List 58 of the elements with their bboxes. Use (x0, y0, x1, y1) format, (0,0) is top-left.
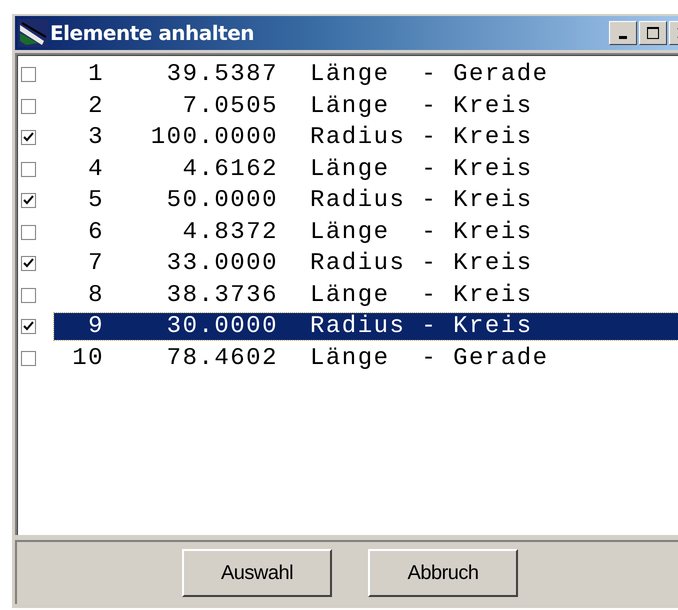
element-type: Radius - Kreis (310, 250, 533, 278)
window-title: Elemente anhalten (50, 21, 255, 45)
element-value: 39.5387 (166, 61, 278, 88)
element-type: Länge - Kreis (310, 218, 533, 246)
element-type: Radius - Kreis (310, 313, 533, 340)
list-item[interactable]: 10 78.4602 Länge - Gerade (54, 344, 678, 372)
checkbox[interactable] (21, 130, 36, 146)
maximize-button[interactable] (639, 21, 667, 45)
element-type: Länge - Gerade (310, 61, 549, 88)
element-number: 2 (87, 92, 104, 120)
checkbox[interactable] (21, 98, 36, 114)
element-type: Länge - Kreis (310, 156, 533, 183)
checkbox[interactable] (21, 256, 36, 272)
element-value: 78.4602 (166, 344, 278, 372)
checkbox[interactable] (21, 193, 36, 208)
element-number: 7 (87, 250, 104, 278)
element-value: 4.6162 (182, 156, 278, 183)
element-type: Länge - Kreis (310, 92, 533, 120)
element-type: Länge - Kreis (310, 282, 533, 309)
element-number: 8 (87, 282, 104, 309)
checkbox[interactable] (21, 224, 36, 240)
list-item[interactable]: 8 38.3736 Länge - Kreis (54, 282, 678, 309)
cancel-button[interactable]: Abbruch (368, 549, 518, 597)
element-value: 100.0000 (150, 124, 278, 152)
list-item[interactable]: 3 100.0000 Radius - Kreis (54, 124, 678, 152)
list-item[interactable]: 2 7.0505 Länge - Kreis (54, 92, 678, 120)
checkbox[interactable] (21, 162, 36, 177)
element-type: Radius - Kreis (310, 187, 533, 214)
element-number: 3 (87, 124, 104, 152)
element-number: 6 (87, 218, 104, 246)
element-type: Radius - Kreis (310, 124, 533, 152)
element-number: 1 (87, 61, 104, 88)
checkbox[interactable] (21, 288, 36, 303)
list-item[interactable]: 7 33.0000 Radius - Kreis (54, 250, 678, 278)
minimize-icon (619, 36, 627, 39)
maximize-icon (646, 26, 660, 40)
element-value: 38.3736 (166, 282, 278, 309)
list-item[interactable]: 9 30.0000 Radius - Kreis (54, 313, 678, 340)
element-number: 4 (87, 156, 104, 183)
list-item[interactable]: 1 39.5387 Länge - Gerade (54, 61, 678, 88)
element-value: 50.0000 (166, 187, 278, 214)
list-item[interactable]: 6 4.8372 Länge - Kreis (54, 218, 678, 246)
checkbox[interactable] (21, 67, 36, 82)
app-icon (18, 19, 48, 47)
element-value: 30.0000 (166, 313, 278, 340)
select-button[interactable]: Auswahl (182, 549, 332, 597)
minimize-button[interactable] (609, 21, 637, 45)
element-value: 4.8372 (182, 218, 278, 246)
checkbox[interactable] (21, 319, 36, 334)
list-item[interactable]: 5 50.0000 Radius - Kreis (54, 187, 678, 214)
element-value: 7.0505 (182, 92, 278, 120)
element-type: Länge - Gerade (310, 344, 549, 372)
list-item[interactable]: 4 4.6162 Länge - Kreis (54, 156, 678, 183)
element-number: 5 (87, 187, 104, 214)
element-value: 33.0000 (166, 250, 278, 278)
element-number: 10 (71, 344, 104, 372)
element-number: 9 (87, 313, 104, 340)
checkbox[interactable] (21, 350, 36, 366)
